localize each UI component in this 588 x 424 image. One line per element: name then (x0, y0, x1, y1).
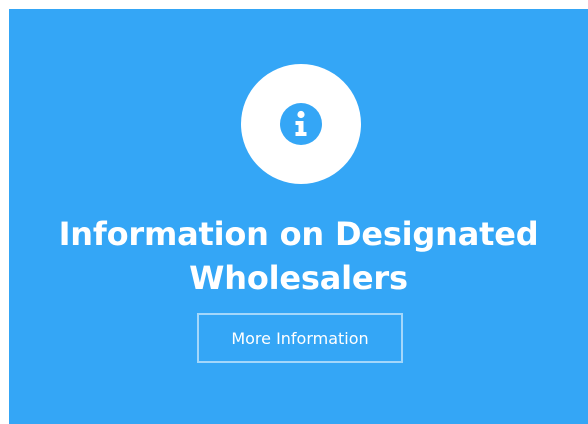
info-circle-icon (280, 103, 322, 145)
more-information-label: More Information (231, 328, 369, 348)
icon-badge (241, 64, 361, 184)
card-title-line-1: Information on Designated (58, 215, 539, 253)
card-title-line-2: Wholesalers (189, 259, 408, 297)
info-card: Information on Designated Wholesalers Mo… (9, 9, 588, 424)
more-information-button[interactable]: More Information (197, 313, 403, 363)
card-title: Information on Designated Wholesalers (9, 212, 588, 300)
